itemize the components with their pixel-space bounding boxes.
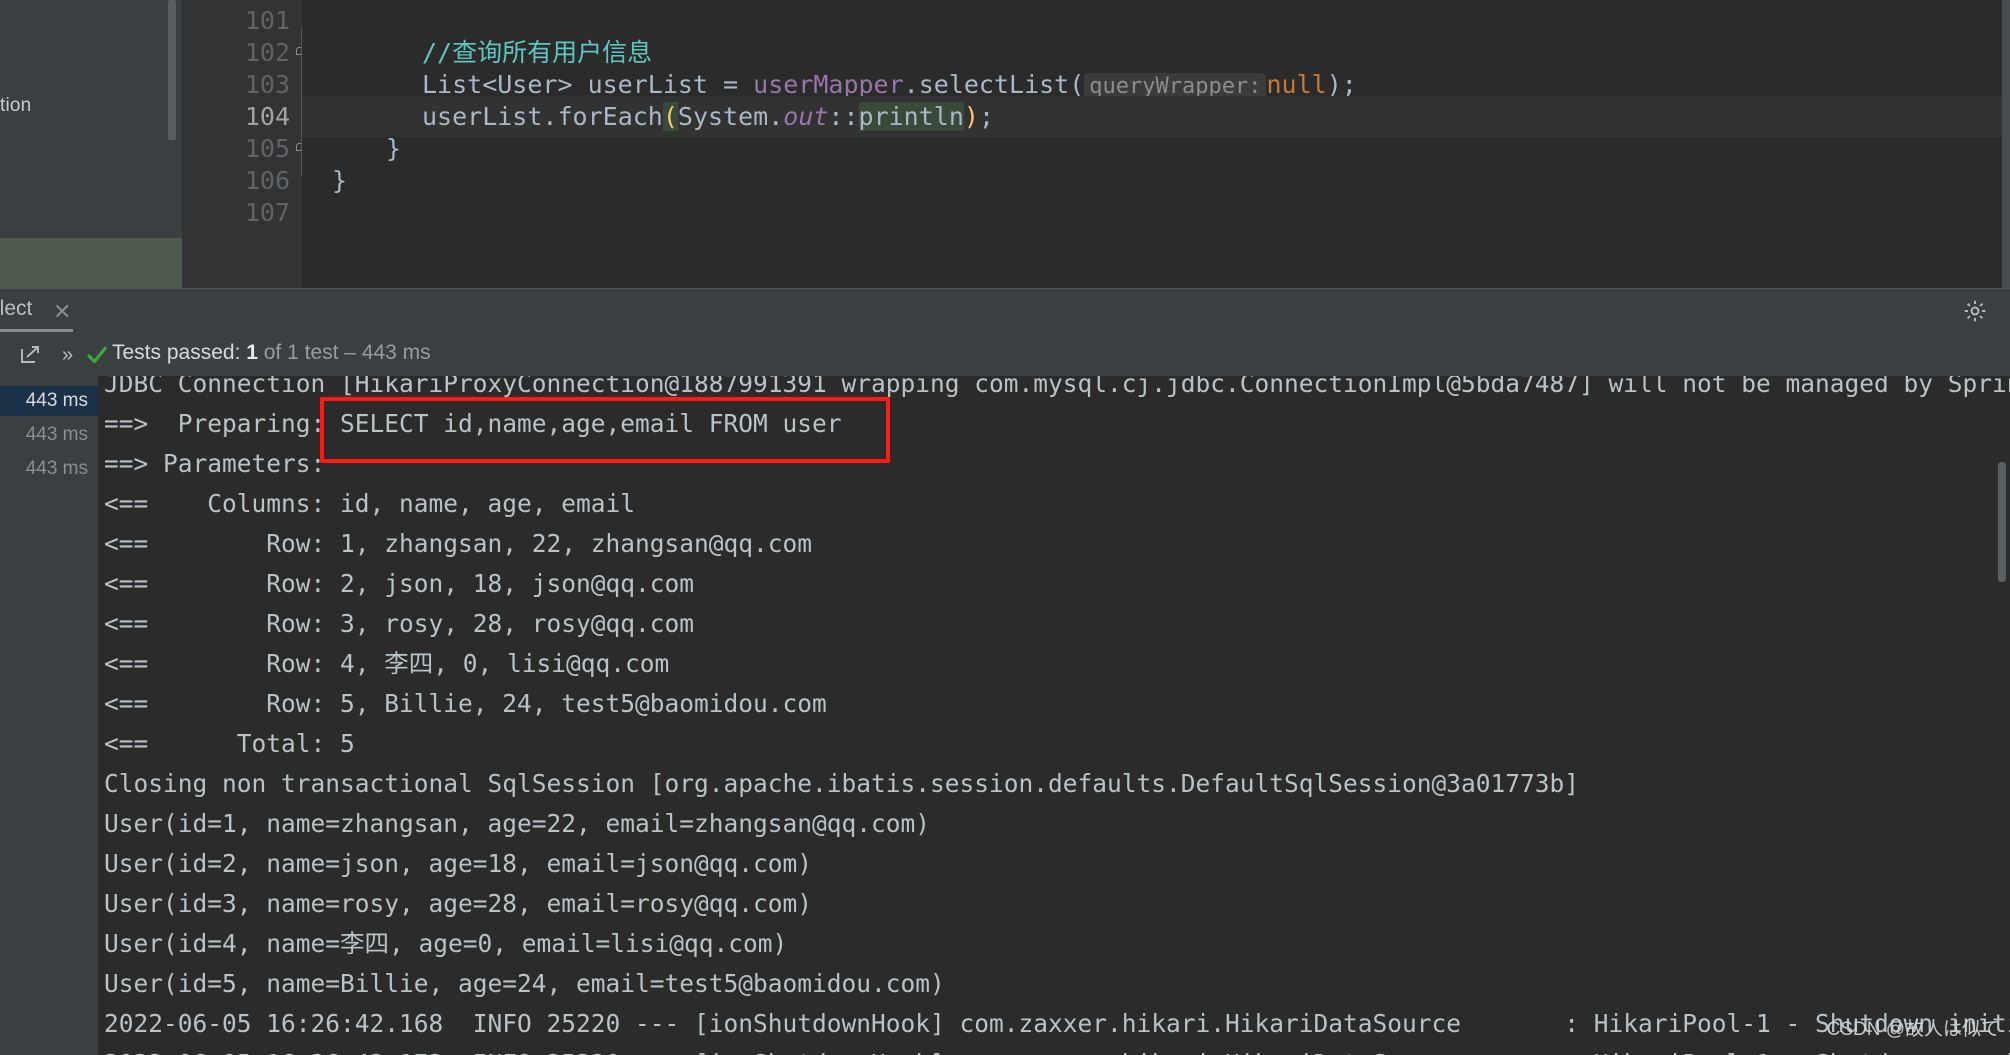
console-line: <== Row: 2, json, 18, json@qq.com — [104, 569, 695, 598]
code-token-out: out — [783, 102, 829, 131]
checkmark-icon — [86, 345, 108, 365]
run-toolbar[interactable]: ▾ » Tests passed: 1 of 1 test – 443 ms — [0, 332, 2010, 376]
console-line: ==> Parameters: — [104, 449, 341, 478]
console-line: 2022-06-05 16:26:42.173 INFO 25220 --- [… — [98, 1044, 2010, 1055]
code-token-lparen: ( — [1069, 70, 1085, 99]
console-line: <== Row: 3, rosy, 28, rosy@qq.com — [104, 609, 695, 638]
console-line: User(id=2, name=json, age=18, email=json… — [104, 849, 813, 878]
console-line: User(id=3, name=rosy, age=28, email=rosy… — [104, 889, 813, 918]
test-tree-row[interactable]: 443 ms — [0, 386, 98, 416]
left-panel-scrollbar[interactable] — [168, 0, 176, 140]
editor-gutter: 101 102 103 104 105 106 107 — [182, 0, 302, 288]
code-token-brace2: } — [332, 166, 348, 195]
console-line: <== Columns: id, name, age, email — [104, 489, 636, 518]
run-tool-window: elect ✕ ▾ » Tests — [0, 288, 2010, 1055]
editor-scrollbar[interactable] — [2002, 0, 2010, 288]
console-line: User(id=1, name=zhangsan, age=22, email=… — [104, 809, 931, 838]
code-content[interactable]: //查询所有用户信息 List<User> userList = userMap… — [302, 0, 2010, 288]
status-prefix: Tests passed: — [112, 341, 247, 364]
run-tab-bar[interactable]: elect ✕ — [0, 288, 2010, 332]
status-suffix: of 1 test – 443 ms — [257, 341, 431, 364]
code-token-rparen: ); — [1326, 70, 1357, 99]
left-panel-peek: tion — [0, 0, 182, 288]
code-editor[interactable]: tion 101 102 103 104 105 106 107 //查询所有用… — [0, 0, 2010, 288]
code-token-system: System. — [677, 102, 784, 131]
status-count: 1 — [246, 341, 258, 364]
code-token-userlist: userList — [422, 102, 543, 131]
test-tree[interactable]: 443 ms 443 ms 443 ms — [0, 376, 98, 1055]
code-token-brace1: } — [386, 134, 402, 163]
console-line: 2022-06-05 16:26:42.168 INFO 25220 --- [… — [104, 1009, 2010, 1038]
chevron-more-icon[interactable]: » — [62, 344, 73, 367]
console-output[interactable]: JDBC Connection [HikariProxyConnection@1… — [98, 376, 2010, 1055]
code-token-dot: . — [903, 70, 919, 99]
console-line: <== Total: 5 — [104, 729, 355, 758]
code-token-methodref: :: — [828, 102, 859, 131]
code-token-declaration: List<User> userList = — [422, 70, 754, 99]
console-line: <== Row: 4, 李四, 0, lisi@qq.com — [104, 649, 670, 678]
tests-passed-status: Tests passed: 1 of 1 test – 443 ms — [112, 341, 431, 365]
code-token-selectlist: selectList — [918, 70, 1070, 99]
code-token-println: println — [858, 102, 964, 131]
console-line: <== Row: 5, Billie, 24, test5@baomidou.c… — [104, 689, 827, 718]
export-icon[interactable] — [18, 343, 42, 371]
gear-icon[interactable] — [1962, 298, 1988, 324]
console-line: Closing non transactional SqlSession [or… — [104, 769, 1580, 798]
code-token-lparen2: ( — [662, 102, 678, 131]
code-token-semicolon: ; — [978, 102, 995, 131]
line-number-107: 107 — [244, 198, 290, 227]
test-tree-row[interactable]: 443 ms — [0, 454, 98, 484]
filter-dropdown-icon[interactable]: ▾ — [0, 344, 2, 368]
app-root: tion 101 102 103 104 105 106 107 //查询所有用… — [0, 0, 2010, 1055]
code-token-null: null — [1266, 70, 1327, 99]
left-panel-highlight — [0, 238, 182, 288]
console-line: User(id=4, name=李四, age=0, email=lisi@qq… — [104, 929, 788, 958]
watermark-text: CSDN @故人は似て — [1826, 1019, 2000, 1040]
sql-highlight-box — [320, 397, 890, 463]
code-token-usermapper: userMapper — [753, 70, 904, 99]
test-tree-row[interactable]: 443 ms — [0, 420, 98, 450]
code-token-foreach: forEach — [557, 102, 663, 131]
close-icon[interactable]: ✕ — [53, 299, 71, 325]
console-line: User(id=5, name=Billie, age=24, email=te… — [104, 969, 945, 998]
console-line: <== Row: 1, zhangsan, 22, zhangsan@qq.co… — [104, 529, 813, 558]
code-token-rparen2: ) — [963, 102, 979, 131]
code-token-dot2: . — [542, 102, 558, 131]
tab-select[interactable]: elect — [0, 297, 32, 321]
left-panel-label: tion — [0, 95, 32, 116]
code-comment: //查询所有用户信息 — [422, 38, 653, 67]
console-scrollbar[interactable] — [1998, 462, 2006, 582]
